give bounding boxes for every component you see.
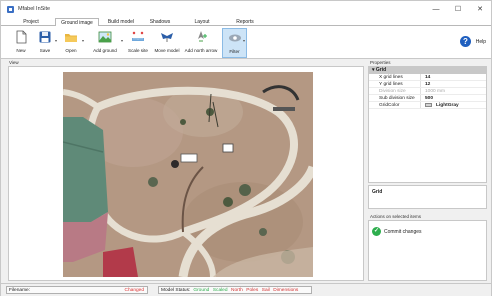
aerial-site-image [63, 72, 313, 277]
move-model-icon [160, 30, 174, 44]
new-document-icon [14, 30, 28, 44]
filename-value: Changed [124, 288, 144, 293]
property-row-sub-division-size[interactable]: Sub division size 500 [369, 95, 486, 102]
tab-project[interactable]: Project [11, 18, 51, 26]
scale-ruler-icon [131, 30, 145, 44]
property-description-title: Grid [372, 189, 383, 195]
view-panel[interactable] [8, 66, 364, 281]
property-row-grid-color[interactable]: GridColor LightGray [369, 102, 486, 109]
window-title: Mfabel InSite [18, 6, 51, 12]
status-ground: Ground [193, 287, 210, 293]
property-value[interactable]: 500 [421, 95, 486, 101]
tab-shadows[interactable]: Shadows [143, 18, 177, 26]
save-dropdown-arrow[interactable]: ▾ [55, 38, 57, 43]
help-label[interactable]: Help [476, 39, 486, 45]
ground-image[interactable] [63, 72, 313, 277]
add-ground-dropdown-arrow[interactable]: ▾ [121, 38, 123, 43]
tab-reports[interactable]: Reports [227, 18, 263, 26]
status-dimensions: Dimensions [273, 287, 299, 293]
actions-panel: ✓ Commit changes [368, 220, 487, 281]
new-label: New [16, 48, 26, 53]
scale-site-label: Scale site [128, 48, 148, 53]
property-name: GridColor [369, 102, 421, 108]
status-sail: Sail [261, 287, 270, 293]
window-controls: — ☐ ✕ [425, 1, 491, 17]
filter-label: Filter [229, 49, 240, 54]
title-bar: Mfabel InSite — ☐ ✕ [1, 1, 491, 17]
property-row-division-size: Division size 1000 mm [369, 88, 486, 95]
open-dropdown-arrow[interactable]: ▾ [82, 38, 84, 43]
filter-eye-icon [228, 31, 242, 45]
save-button[interactable]: Save [35, 28, 55, 58]
app-icon [7, 5, 14, 13]
folder-icon [64, 30, 78, 44]
open-label: Open [65, 48, 77, 53]
tab-layout[interactable]: Layout [187, 18, 217, 26]
app-window: Mfabel InSite — ☐ ✕ Project Ground image… [0, 0, 492, 296]
add-ground-label: Add ground [93, 48, 117, 53]
property-value: 1000 mm [425, 89, 445, 94]
properties-panel-label: Properties [370, 60, 391, 65]
north-arrow-icon [194, 30, 208, 44]
property-name: Y grid lines [369, 81, 421, 87]
minimize-button[interactable]: — [425, 1, 447, 17]
add-ground-button[interactable]: Add ground [89, 28, 121, 58]
save-label: Save [39, 48, 51, 53]
property-description-panel: Grid [368, 185, 487, 209]
scale-site-button[interactable]: Scale site [125, 28, 151, 58]
property-value-color[interactable]: LightGray [421, 102, 486, 108]
properties-panel: ▾ Grid X grid lines 14 Y grid lines 12 D… [368, 66, 487, 183]
property-name: Division size [369, 88, 421, 94]
property-name: X grid lines [369, 74, 421, 80]
open-button[interactable]: Open [60, 28, 82, 58]
property-category-label: Grid [375, 67, 387, 73]
filter-dropdown-arrow[interactable]: ▾ [243, 38, 245, 43]
ribbon-tabs: Project Ground image Build model Shadows… [1, 17, 491, 27]
color-swatch [425, 102, 432, 107]
move-model-label: Move model [154, 48, 180, 53]
add-north-arrow-label: Add north arrow [184, 48, 218, 53]
property-row-y-grid-lines[interactable]: Y grid lines 12 [369, 81, 486, 88]
help-icon[interactable]: ? [460, 36, 471, 47]
model-status: Model Status: Ground Scaled North Poles … [158, 286, 312, 294]
actions-panel-label: Actions on selected items [370, 214, 422, 219]
new-button[interactable]: New [10, 28, 32, 58]
landscape-image-icon [98, 30, 112, 44]
property-category-grid[interactable]: ▾ Grid [369, 67, 486, 74]
commit-changes-button[interactable]: ✓ Commit changes [372, 227, 422, 236]
property-value[interactable]: 12 [421, 81, 486, 87]
status-poles: Poles [246, 287, 259, 293]
commit-changes-label: Commit changes [384, 228, 422, 235]
property-name: Sub division size [369, 95, 421, 101]
status-bar: Filename: Changed Model Status: Ground S… [1, 283, 491, 296]
checkmark-icon: ✓ [372, 227, 381, 236]
filter-button[interactable]: Filter [222, 28, 247, 58]
status-north: North [231, 287, 243, 293]
ribbon-toolbar: New Save ▾ Open ▾ Add ground ▾ Scale sit… [1, 26, 491, 59]
filename-status: Filename: Changed [6, 286, 148, 294]
filename-label: Filename: [9, 288, 31, 293]
property-row-x-grid-lines[interactable]: X grid lines 14 [369, 74, 486, 81]
move-model-button[interactable]: Move model [153, 28, 181, 58]
color-name: LightGray [436, 103, 459, 108]
maximize-button[interactable]: ☐ [447, 1, 469, 17]
property-value[interactable]: 14 [421, 74, 486, 80]
view-panel-label: View [9, 60, 19, 65]
add-north-arrow-button[interactable]: Add north arrow [183, 28, 219, 58]
tab-build-model[interactable]: Build model [102, 18, 140, 26]
status-scaled: Scaled [212, 287, 228, 293]
model-status-label: Model Status: [161, 287, 191, 293]
close-button[interactable]: ✕ [469, 1, 491, 17]
save-disk-icon [38, 30, 52, 44]
